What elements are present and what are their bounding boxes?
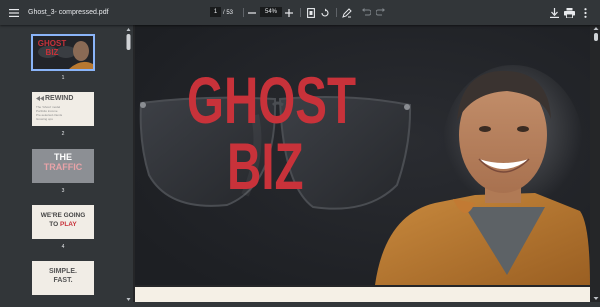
page-number-input[interactable]: 1 [210, 7, 221, 17]
thumbnail-number: 3 [61, 188, 65, 194]
thumbnail-title-line2a: TO [49, 221, 60, 228]
thumbnail-title-line2b: PLAY [59, 221, 77, 228]
toolbar-divider [300, 8, 301, 17]
thumbnail-page-2[interactable]: REWIND The 'Ghost' model Portfolio incom… [32, 92, 94, 126]
undo-icon [361, 7, 371, 19]
minus-icon [247, 7, 257, 19]
document-viewport[interactable]: GHOST BIZ [133, 25, 592, 302]
thumbnail-page-5[interactable]: SIMPLE. FAST. [32, 261, 94, 295]
more-vert-icon [580, 7, 590, 19]
thumbnail-number: 1 [61, 75, 65, 81]
toolbar-divider [243, 8, 244, 17]
thumbnail-sidebar: GHOST BIZ 1 REWIND The 'Ghost' model Por… [0, 25, 133, 302]
rotate-button[interactable] [320, 0, 330, 25]
toolbar-divider [336, 8, 337, 17]
thumbnail-number: 2 [61, 131, 65, 137]
rewind-icon [36, 96, 44, 101]
page-2-preview [135, 287, 590, 302]
thumbnail-page-1[interactable]: GHOST BIZ [31, 34, 95, 71]
menu-icon [8, 7, 20, 19]
thumbnail-title-line2: BIZ [45, 48, 59, 57]
rotate-icon [320, 7, 330, 19]
print-button[interactable] [564, 0, 575, 25]
menu-button[interactable] [8, 0, 20, 25]
file-name: Ghost_3- compressed.pdf [28, 9, 109, 16]
thumbnail-title-line2: FAST. [53, 277, 73, 284]
thumbnail-title-line1: WE'RE GOING [40, 212, 86, 219]
pen-icon [342, 7, 352, 19]
more-options-button[interactable] [580, 0, 590, 25]
thumbnail-page-4[interactable]: WE'RE GOING TO PLAY [32, 205, 94, 239]
fit-page-icon [306, 7, 316, 19]
fit-page-button[interactable] [306, 0, 316, 25]
page-1: GHOST BIZ [135, 25, 590, 285]
thumbnail-text-line: Growing ops [36, 117, 53, 121]
thumbnail-title-line1: SIMPLE. [48, 268, 77, 275]
zoom-in-button[interactable] [284, 0, 294, 25]
undo-button[interactable] [361, 0, 371, 25]
zoom-out-button[interactable] [247, 0, 257, 25]
thumbnail-title-line1: THE [54, 152, 72, 162]
redo-icon [376, 7, 386, 19]
download-icon [549, 7, 559, 19]
thumbnail-page-3[interactable]: THE TRAFFIC [32, 149, 94, 183]
slide-title-line1: GHOST [187, 63, 356, 137]
slide-title-line2: BIZ [227, 129, 304, 203]
pdf-toolbar: Ghost_3- compressed.pdf 1 / 53 54% [0, 0, 600, 25]
plus-icon [284, 7, 294, 19]
thumbnail-number: 4 [61, 244, 65, 250]
annotate-button[interactable] [342, 0, 352, 25]
zoom-level-input[interactable]: 54% [260, 7, 282, 17]
thumbnail-title-line1: REWIND [45, 95, 74, 102]
page-total: / 53 [223, 9, 234, 16]
main-scrollbar[interactable] [592, 25, 600, 302]
thumbnail-title-line2: TRAFFIC [43, 162, 83, 172]
sidebar-scrollbar[interactable] [126, 27, 131, 302]
download-button[interactable] [549, 0, 559, 25]
redo-button[interactable] [376, 0, 386, 25]
print-icon [564, 7, 575, 19]
thumbnail-title-line1: GHOST [37, 39, 67, 48]
